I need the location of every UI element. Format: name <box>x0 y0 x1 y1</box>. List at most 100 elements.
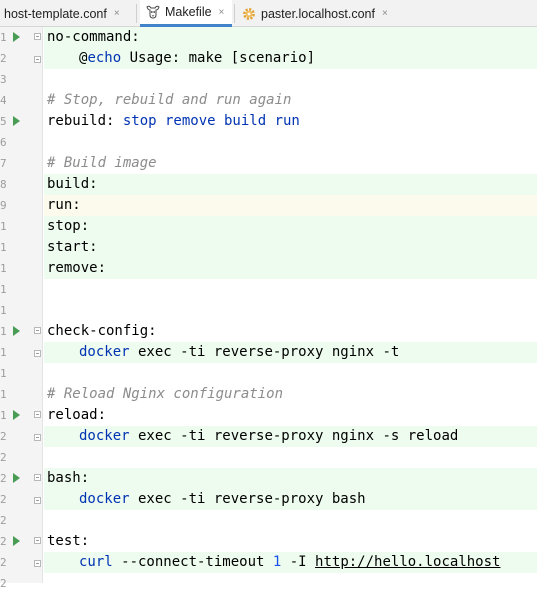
code-line[interactable]: 5 rebuild: stop remove build run <box>0 111 537 132</box>
code-text: # Reload Nginx configuration <box>47 384 283 405</box>
code-token: build: <box>47 176 98 192</box>
gnu-icon <box>145 4 161 20</box>
code-line[interactable]: 25 test: <box>0 531 537 552</box>
current-line-highlight <box>44 195 537 216</box>
code-token: exec -ti reverse-proxy bash <box>129 491 366 507</box>
code-token: stop: <box>47 218 90 234</box>
code-text: docker exec -ti reverse-proxy nginx -t <box>79 342 399 363</box>
tab-makefile[interactable]: Makefile × <box>140 0 232 27</box>
code-line[interactable]: 20 docker exec -ti reverse-proxy nginx -s… <box>0 426 537 447</box>
close-icon[interactable]: × <box>219 7 225 18</box>
code-text: stop: <box>47 216 89 237</box>
code-text: reload: <box>47 405 106 426</box>
code-text: # Stop, rebuild and run again <box>47 90 291 111</box>
code-line[interactable]: 2 @echo Usage: make [scenario] <box>0 48 537 69</box>
line-number: 15 <box>0 325 6 338</box>
close-icon[interactable]: × <box>382 8 388 19</box>
code-text: remove: <box>47 258 106 279</box>
code-line[interactable]: 14 <box>0 300 537 321</box>
run-target-icon[interactable] <box>13 116 20 126</box>
line-number: 26 <box>0 556 6 569</box>
code-token: exec -ti reverse-proxy nginx -s reload <box>129 428 459 444</box>
line-number: 3 <box>0 73 6 86</box>
code-line[interactable]: 21 <box>0 447 537 468</box>
target-highlight <box>44 216 537 237</box>
code-line[interactable]: 15 check-config: <box>0 321 537 342</box>
code-line[interactable]: 27 <box>0 573 537 594</box>
code-line[interactable]: 4 # Stop, rebuild and run again <box>0 90 537 111</box>
fold-end-icon[interactable] <box>34 56 41 63</box>
tab-host-template-conf[interactable]: host-template.conf × <box>0 0 136 27</box>
code-token: # Reload Nginx configuration <box>47 386 284 402</box>
code-token: rebuild: <box>47 113 123 129</box>
code-line[interactable]: 6 <box>0 132 537 153</box>
target-highlight <box>44 468 537 489</box>
editor-tab-bar: host-template.conf × Makefile × paster.l… <box>0 0 537 27</box>
code-line[interactable]: 22 bash: <box>0 468 537 489</box>
fold-icon[interactable] <box>34 411 41 418</box>
code-token: reload: <box>47 407 107 423</box>
code-line[interactable]: 11 start: <box>0 237 537 258</box>
gear-icon <box>241 6 257 22</box>
code-line[interactable]: 24 <box>0 510 537 531</box>
code-token: exec -ti reverse-proxy nginx -t <box>129 344 400 360</box>
code-token: # Build image <box>47 155 157 171</box>
code-token[interactable]: http://hello.localhost <box>315 554 500 570</box>
line-number: 24 <box>0 514 6 527</box>
code-token: check-config: <box>47 323 157 339</box>
fold-end-icon[interactable] <box>34 560 41 567</box>
code-line[interactable]: 9 run: <box>0 195 537 216</box>
code-text: rebuild: stop remove build run <box>47 111 300 132</box>
code-text: check-config: <box>47 321 157 342</box>
code-line[interactable]: 16 docker exec -ti reverse-proxy nginx -t <box>0 342 537 363</box>
fold-end-icon[interactable] <box>34 350 41 357</box>
code-token: curl <box>79 554 113 570</box>
code-token: start: <box>47 239 98 255</box>
code-line[interactable]: 7 # Build image <box>0 153 537 174</box>
fold-end-icon[interactable] <box>34 434 41 441</box>
run-target-icon[interactable] <box>13 326 20 336</box>
line-number: 18 <box>0 388 6 401</box>
code-line[interactable]: 19 reload: <box>0 405 537 426</box>
code-line[interactable]: 8 build: <box>0 174 537 195</box>
line-number: 14 <box>0 304 6 317</box>
code-token: no-command: <box>47 29 140 45</box>
code-line[interactable]: 18 # Reload Nginx configuration <box>0 384 537 405</box>
code-line[interactable]: 13 <box>0 279 537 300</box>
code-text: curl --connect-timeout 1 -I http://hello… <box>79 552 500 573</box>
tab-label: host-template.conf <box>4 6 107 21</box>
code-token: Usage: make [scenario] <box>121 50 316 66</box>
code-token: remove: <box>47 260 107 276</box>
code-line[interactable]: 3 <box>0 69 537 90</box>
fold-icon[interactable] <box>34 327 41 334</box>
line-number: 17 <box>0 367 6 380</box>
run-target-icon[interactable] <box>13 410 20 420</box>
line-number: 9 <box>0 199 6 212</box>
code-token: docker <box>79 344 130 360</box>
fold-icon[interactable] <box>34 474 41 481</box>
fold-icon[interactable] <box>34 537 41 544</box>
close-icon[interactable]: × <box>114 8 120 19</box>
tab-paster-localhost-conf[interactable]: paster.localhost.conf × <box>238 0 398 27</box>
code-token: docker <box>79 428 130 444</box>
line-number: 16 <box>0 346 6 359</box>
run-target-icon[interactable] <box>13 32 20 42</box>
fold-end-icon[interactable] <box>34 497 41 504</box>
code-line[interactable]: 10 stop: <box>0 216 537 237</box>
code-line[interactable]: 23 docker exec -ti reverse-proxy bash <box>0 489 537 510</box>
tab-divider <box>136 4 137 23</box>
code-token: stop remove build run <box>122 113 300 129</box>
run-target-icon[interactable] <box>13 536 20 546</box>
line-number: 10 <box>0 220 6 233</box>
code-line[interactable]: 26 curl --connect-timeout 1 -I http://hel… <box>0 552 537 573</box>
code-editor[interactable]: 1 no-command: 2 @echo Usage: make [scenario… <box>0 27 537 590</box>
code-line[interactable]: 12 remove: <box>0 258 537 279</box>
line-number: 6 <box>0 136 6 149</box>
code-line[interactable]: 17 <box>0 363 537 384</box>
run-target-icon[interactable] <box>13 473 20 483</box>
code-token: --connect-timeout <box>112 554 273 570</box>
tab-label: paster.localhost.conf <box>261 6 375 21</box>
code-line[interactable]: 1 no-command: <box>0 27 537 48</box>
line-number: 23 <box>0 493 6 506</box>
fold-icon[interactable] <box>34 33 41 40</box>
